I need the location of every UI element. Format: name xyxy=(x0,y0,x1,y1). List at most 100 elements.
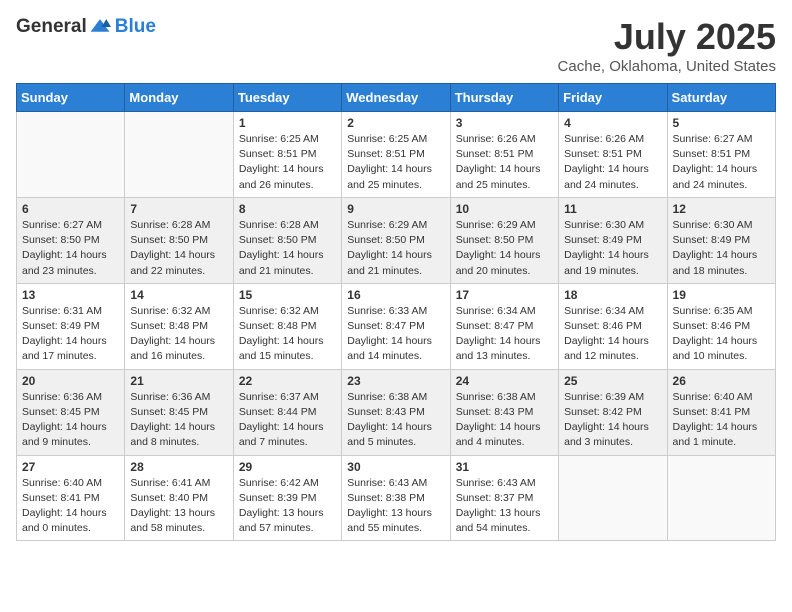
sunrise-text: Sunrise: 6:41 AM xyxy=(130,477,210,489)
daylight-text: Daylight: 13 hours and 54 minutes. xyxy=(456,507,541,534)
day-number: 15 xyxy=(239,288,336,302)
sunset-text: Sunset: 8:51 PM xyxy=(347,148,425,160)
sunrise-text: Sunrise: 6:36 AM xyxy=(22,391,102,403)
calendar-cell: 27Sunrise: 6:40 AMSunset: 8:41 PMDayligh… xyxy=(17,455,125,541)
sunset-text: Sunset: 8:47 PM xyxy=(347,320,425,332)
calendar-cell: 28Sunrise: 6:41 AMSunset: 8:40 PMDayligh… xyxy=(125,455,233,541)
day-number: 14 xyxy=(130,288,227,302)
day-number: 20 xyxy=(22,374,119,388)
day-number: 5 xyxy=(673,116,770,130)
day-info: Sunrise: 6:25 AMSunset: 8:51 PMDaylight:… xyxy=(347,132,444,193)
day-info: Sunrise: 6:34 AMSunset: 8:46 PMDaylight:… xyxy=(564,304,661,365)
day-number: 31 xyxy=(456,460,553,474)
day-info: Sunrise: 6:40 AMSunset: 8:41 PMDaylight:… xyxy=(673,390,770,451)
sunrise-text: Sunrise: 6:31 AM xyxy=(22,305,102,317)
sunset-text: Sunset: 8:44 PM xyxy=(239,406,317,418)
sunset-text: Sunset: 8:46 PM xyxy=(564,320,642,332)
daylight-text: Daylight: 14 hours and 25 minutes. xyxy=(347,163,432,190)
calendar-cell: 12 Sunrise: 6:30 AMSunset: 8:49 PMDayligh… xyxy=(667,197,775,283)
daylight-text: Daylight: 14 hours and 10 minutes. xyxy=(673,335,758,362)
calendar-cell: 24Sunrise: 6:38 AMSunset: 8:43 PMDayligh… xyxy=(450,369,558,455)
day-info: Sunrise: 6:30 AMSunset: 8:49 PMDaylight:… xyxy=(673,218,770,279)
calendar-week-row: 13Sunrise: 6:31 AMSunset: 8:49 PMDayligh… xyxy=(17,283,776,369)
daylight-text: Daylight: 14 hours and 24 minutes. xyxy=(673,163,758,190)
daylight-text: Daylight: 14 hours and 19 minutes. xyxy=(564,249,649,276)
sunrise-text: Sunrise: 6:30 AM xyxy=(564,219,644,231)
day-info: Sunrise: 6:25 AMSunset: 8:51 PMDaylight:… xyxy=(239,132,336,193)
sunrise-text: Sunrise: 6:34 AM xyxy=(564,305,644,317)
day-number: 23 xyxy=(347,374,444,388)
calendar-cell xyxy=(17,112,125,198)
daylight-text: Daylight: 14 hours and 1 minute. xyxy=(673,421,758,448)
sunrise-text: Sunrise: 6:26 AM xyxy=(456,133,536,145)
subtitle: Cache, Oklahoma, United States xyxy=(558,58,776,75)
day-info: Sunrise: 6:30 AM Sunset: 8:49 PM Daylight:… xyxy=(564,218,661,279)
sunset-text: Sunset: 8:51 PM xyxy=(673,148,751,160)
daylight-text: Daylight: 14 hours and 0 minutes. xyxy=(22,507,107,534)
day-info: Sunrise: 6:35 AMSunset: 8:46 PMDaylight:… xyxy=(673,304,770,365)
sunset-text: Sunset: 8:45 PM xyxy=(130,406,208,418)
sunrise-text: Sunrise: 6:38 AM xyxy=(347,391,427,403)
day-number: 30 xyxy=(347,460,444,474)
day-info: Sunrise: 6:32 AMSunset: 8:48 PMDaylight:… xyxy=(239,304,336,365)
calendar-cell: 20Sunrise: 6:36 AMSunset: 8:45 PMDayligh… xyxy=(17,369,125,455)
calendar-cell: 15 Sunrise: 6:32 AMSunset: 8:48 PMDayligh… xyxy=(233,283,341,369)
daylight-text: Daylight: 14 hours and 4 minutes. xyxy=(456,421,541,448)
day-info: Sunrise: 6:28 AMSunset: 8:50 PMDaylight:… xyxy=(239,218,336,279)
day-number: 7 xyxy=(130,202,227,216)
day-info: Sunrise: 6:42 AMSunset: 8:39 PMDaylight:… xyxy=(239,476,336,537)
day-info: Sunrise: 6:29 AMSunset: 8:50 PMDaylight:… xyxy=(347,218,444,279)
day-number: 25 xyxy=(564,374,661,388)
calendar-cell: 3Sunrise: 6:26 AMSunset: 8:51 PMDaylight… xyxy=(450,112,558,198)
day-number: 26 xyxy=(673,374,770,388)
sunset-text: Sunset: 8:38 PM xyxy=(347,492,425,504)
daylight-text: Daylight: 13 hours and 55 minutes. xyxy=(347,507,432,534)
day-info: Sunrise: 6:40 AMSunset: 8:41 PMDaylight:… xyxy=(22,476,119,537)
day-number: 9 xyxy=(347,202,444,216)
sunset-text: Sunset: 8:40 PM xyxy=(130,492,208,504)
calendar-week-row: 6Sunrise: 6:27 AMSunset: 8:50 PMDaylight… xyxy=(17,197,776,283)
sunrise-text: Sunrise: 6:28 AM xyxy=(239,219,319,231)
day-header-sunday: Sunday xyxy=(17,84,125,112)
day-number: 6 xyxy=(22,202,119,216)
sunset-text: Sunset: 8:50 PM xyxy=(130,234,208,246)
calendar-cell: 9 Sunrise: 6:29 AMSunset: 8:50 PMDaylight… xyxy=(342,197,450,283)
main-title: July 2025 xyxy=(558,16,776,58)
sunrise-text: Sunrise: 6:25 AM xyxy=(239,133,319,145)
calendar-cell xyxy=(125,112,233,198)
day-number: 28 xyxy=(130,460,227,474)
daylight-text: Daylight: 14 hours and 9 minutes. xyxy=(22,421,107,448)
day-number: 16 xyxy=(347,288,444,302)
calendar-cell: 4Sunrise: 6:26 AMSunset: 8:51 PMDaylight… xyxy=(559,112,667,198)
logo-icon xyxy=(89,16,111,38)
day-number: 12 xyxy=(673,202,770,216)
sunrise-text: Sunrise: 6:42 AM xyxy=(239,477,319,489)
logo: General Blue xyxy=(16,16,156,38)
sunset-text: Sunset: 8:49 PM xyxy=(564,234,642,246)
sunset-text: Sunset: 8:50 PM xyxy=(456,234,534,246)
day-info: Sunrise: 6:38 AMSunset: 8:43 PMDaylight:… xyxy=(347,390,444,451)
calendar-cell: 19Sunrise: 6:35 AMSunset: 8:46 PMDayligh… xyxy=(667,283,775,369)
sunset-text: Sunset: 8:47 PM xyxy=(456,320,534,332)
daylight-text: Daylight: 14 hours and 21 minutes. xyxy=(239,249,324,276)
calendar-cell: 14 Sunrise: 6:32 AMSunset: 8:48 PMDayligh… xyxy=(125,283,233,369)
day-info: Sunrise: 6:29 AMSunset: 8:50 PMDaylight:… xyxy=(456,218,553,279)
calendar-cell: 8Sunrise: 6:28 AMSunset: 8:50 PMDaylight… xyxy=(233,197,341,283)
calendar-cell: 22Sunrise: 6:37 AMSunset: 8:44 PMDayligh… xyxy=(233,369,341,455)
day-info: Sunrise: 6:32 AMSunset: 8:48 PMDaylight:… xyxy=(130,304,227,365)
calendar-cell: 31Sunrise: 6:43 AMSunset: 8:37 PMDayligh… xyxy=(450,455,558,541)
sunset-text: Sunset: 8:49 PM xyxy=(673,234,751,246)
calendar-cell: 16Sunrise: 6:33 AMSunset: 8:47 PMDayligh… xyxy=(342,283,450,369)
sunset-text: Sunset: 8:46 PM xyxy=(673,320,751,332)
day-number: 13 xyxy=(22,288,119,302)
day-info: Sunrise: 6:26 AMSunset: 8:51 PMDaylight:… xyxy=(564,132,661,193)
day-info: Sunrise: 6:34 AMSunset: 8:47 PMDaylight:… xyxy=(456,304,553,365)
sunset-text: Sunset: 8:50 PM xyxy=(347,234,425,246)
day-number: 10 xyxy=(456,202,553,216)
calendar-cell: 10 Sunrise: 6:29 AMSunset: 8:50 PMDayligh… xyxy=(450,197,558,283)
sunset-text: Sunset: 8:48 PM xyxy=(130,320,208,332)
sunrise-text: Sunrise: 6:27 AM xyxy=(673,133,753,145)
day-header-monday: Monday xyxy=(125,84,233,112)
sunset-text: Sunset: 8:50 PM xyxy=(22,234,100,246)
day-info: Sunrise: 6:38 AMSunset: 8:43 PMDaylight:… xyxy=(456,390,553,451)
